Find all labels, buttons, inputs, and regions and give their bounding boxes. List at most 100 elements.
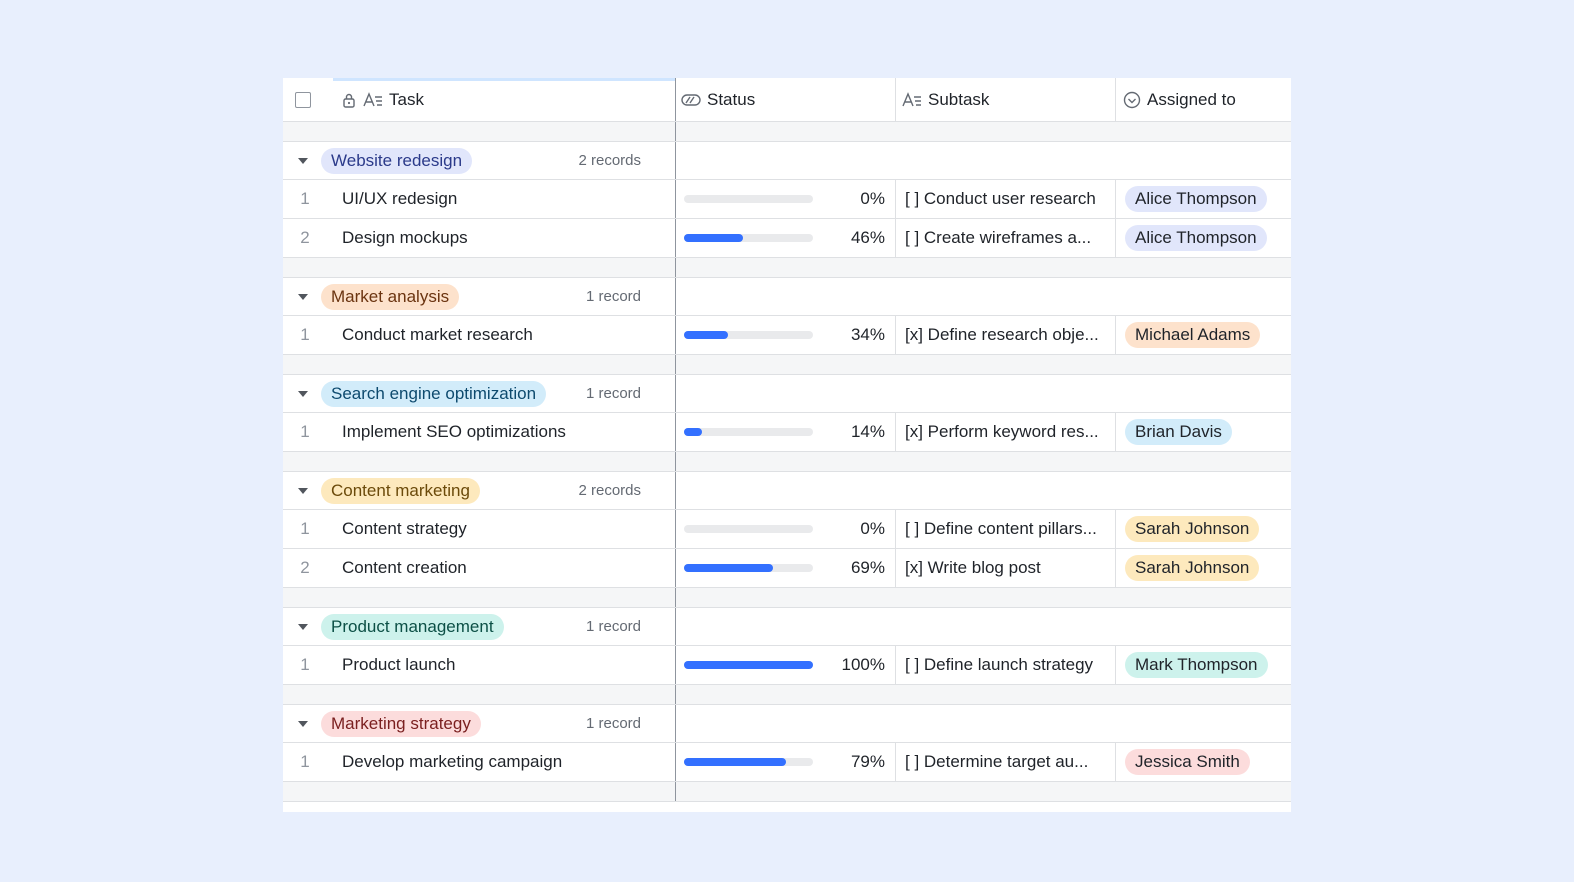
column-header-subtask[interactable]: Subtask	[902, 78, 1114, 121]
assigned-cell[interactable]: Jessica Smith	[1125, 743, 1291, 781]
assignee-tag: Michael Adams	[1125, 322, 1261, 348]
group-header-row[interactable]: Website redesign 2 records	[283, 142, 1291, 180]
task-cell[interactable]: Design mockups	[342, 219, 672, 257]
column-divider	[675, 142, 676, 179]
status-cell[interactable]: 46%	[675, 219, 895, 257]
column-divider	[675, 278, 676, 315]
status-cell[interactable]: 100%	[675, 646, 895, 684]
table-row[interactable]: 2 Content creation 69% [x] Write blog post S…	[283, 549, 1291, 588]
progress-bar-fill	[684, 661, 813, 669]
assignee-tag: Alice Thompson	[1125, 186, 1267, 212]
progress-bar	[684, 234, 813, 242]
assigned-cell[interactable]: Michael Adams	[1125, 316, 1291, 354]
column-divider	[1115, 743, 1116, 781]
column-header-status-label: Status	[707, 89, 756, 109]
subtask-cell[interactable]: [ ] Create wireframes a...	[905, 219, 1113, 257]
progress-bar	[684, 564, 813, 572]
table-row[interactable]: 1 Conduct market research 34% [x] Define re…	[283, 316, 1291, 355]
status-cell[interactable]: 34%	[675, 316, 895, 354]
subtask-cell[interactable]: [ ] Define content pillars...	[905, 510, 1113, 548]
subtask-cell[interactable]: [x] Write blog post	[905, 549, 1113, 587]
progress-bar-fill	[684, 428, 703, 436]
progress-bar	[684, 428, 813, 436]
collapse-caret-icon[interactable]	[298, 293, 308, 300]
subtask-cell[interactable]: [x] Define research obje...	[905, 316, 1113, 354]
table-header: Task Status Subtask Assigned to	[283, 78, 1291, 122]
subtask-cell[interactable]: [x] Perform keyword res...	[905, 413, 1113, 451]
column-divider	[1115, 180, 1116, 218]
task-cell[interactable]: Develop marketing campaign	[342, 743, 672, 781]
column-header-assigned-label: Assigned to	[1147, 89, 1236, 109]
column-divider	[895, 743, 896, 781]
subtask-cell[interactable]: [ ] Conduct user research	[905, 180, 1113, 218]
task-cell[interactable]: Product launch	[342, 646, 672, 684]
collapse-caret-icon[interactable]	[298, 720, 308, 727]
group-header-cell: Content marketing 2 records	[283, 472, 641, 509]
group-record-count: 1 record	[585, 385, 641, 402]
status-cell[interactable]: 79%	[675, 743, 895, 781]
group-record-count: 2 records	[578, 152, 641, 169]
table-row[interactable]: 1 Product launch 100% [ ] Define launch str…	[283, 646, 1291, 685]
table-row[interactable]: 1 UI/UX redesign 0% [ ] Conduct user resear…	[283, 180, 1291, 219]
table-row[interactable]: 1 Content strategy 0% [ ] Define content pi…	[283, 510, 1291, 549]
group-spacer	[283, 122, 1291, 142]
progress-percent: 0%	[860, 519, 885, 538]
column-header-status[interactable]: Status	[681, 78, 893, 121]
group-header-row[interactable]: Market analysis 1 record	[283, 278, 1291, 316]
collapse-caret-icon[interactable]	[298, 390, 308, 397]
status-cell[interactable]: 14%	[675, 413, 895, 451]
column-header-task[interactable]: Task	[341, 78, 671, 121]
assigned-cell[interactable]: Sarah Johnson	[1125, 549, 1291, 587]
lock-icon	[341, 92, 357, 108]
assignee-tag: Mark Thompson	[1125, 652, 1268, 678]
progress-percent: 69%	[850, 558, 885, 577]
select-all-checkbox[interactable]	[295, 91, 311, 108]
assigned-cell[interactable]: Mark Thompson	[1125, 646, 1291, 684]
task-cell[interactable]: UI/UX redesign	[342, 180, 672, 218]
group-header-row[interactable]: Content marketing 2 records	[283, 472, 1291, 510]
task-cell[interactable]: Conduct market research	[342, 316, 672, 354]
row-index: 2	[300, 558, 310, 577]
subtask-cell[interactable]: [ ] Determine target au...	[905, 743, 1113, 781]
column-divider	[675, 608, 676, 645]
progress-bar	[684, 661, 813, 669]
status-cell[interactable]: 0%	[675, 510, 895, 548]
subtask-cell[interactable]: [ ] Define launch strategy	[905, 646, 1113, 684]
table-row[interactable]: 1 Implement SEO optimizations 14% [x] Perfo…	[283, 413, 1291, 452]
collapse-caret-icon[interactable]	[298, 157, 308, 164]
group-spacer	[283, 452, 1291, 472]
column-header-assigned[interactable]: Assigned to	[1123, 78, 1291, 121]
assigned-cell[interactable]: Alice Thompson	[1125, 180, 1291, 218]
assigned-cell[interactable]: Brian Davis	[1125, 413, 1291, 451]
progress-bar	[684, 525, 813, 533]
status-cell[interactable]: 0%	[675, 180, 895, 218]
task-cell[interactable]: Content strategy	[342, 510, 672, 548]
column-divider	[675, 258, 676, 277]
table-row[interactable]: 2 Design mockups 46% [ ] Create wireframes …	[283, 219, 1291, 258]
group-header-row[interactable]: Product management 1 record	[283, 608, 1291, 646]
frozen-column-divider[interactable]	[675, 78, 676, 121]
assigned-cell[interactable]: Sarah Johnson	[1125, 510, 1291, 548]
column-divider	[1115, 510, 1116, 548]
task-cell[interactable]: Content creation	[342, 549, 672, 587]
assignee-tag: Sarah Johnson	[1125, 555, 1260, 581]
column-header-task-label: Task	[389, 89, 424, 109]
row-index: 1	[300, 752, 310, 771]
group-header-row[interactable]: Search engine optimization 1 record	[283, 375, 1291, 413]
group-header-row[interactable]: Marketing strategy 1 record	[283, 705, 1291, 743]
text-field-icon	[902, 91, 922, 108]
assigned-cell[interactable]: Alice Thompson	[1125, 219, 1291, 257]
collapse-caret-icon[interactable]	[298, 623, 308, 630]
table-row[interactable]: 1 Develop marketing campaign 79% [ ] Determ…	[283, 743, 1291, 782]
status-cell[interactable]: 69%	[675, 549, 895, 587]
task-cell[interactable]: Implement SEO optimizations	[342, 413, 672, 451]
text-field-icon	[363, 91, 383, 108]
progress-bar	[684, 331, 813, 339]
group-header-cell: Product management 1 record	[283, 608, 641, 645]
progress-percent: 34%	[850, 325, 885, 344]
collapse-caret-icon[interactable]	[298, 487, 308, 494]
row-index: 2	[300, 228, 310, 247]
progress-bar-fill	[684, 758, 786, 766]
column-divider	[895, 219, 896, 257]
column-divider	[895, 316, 896, 354]
